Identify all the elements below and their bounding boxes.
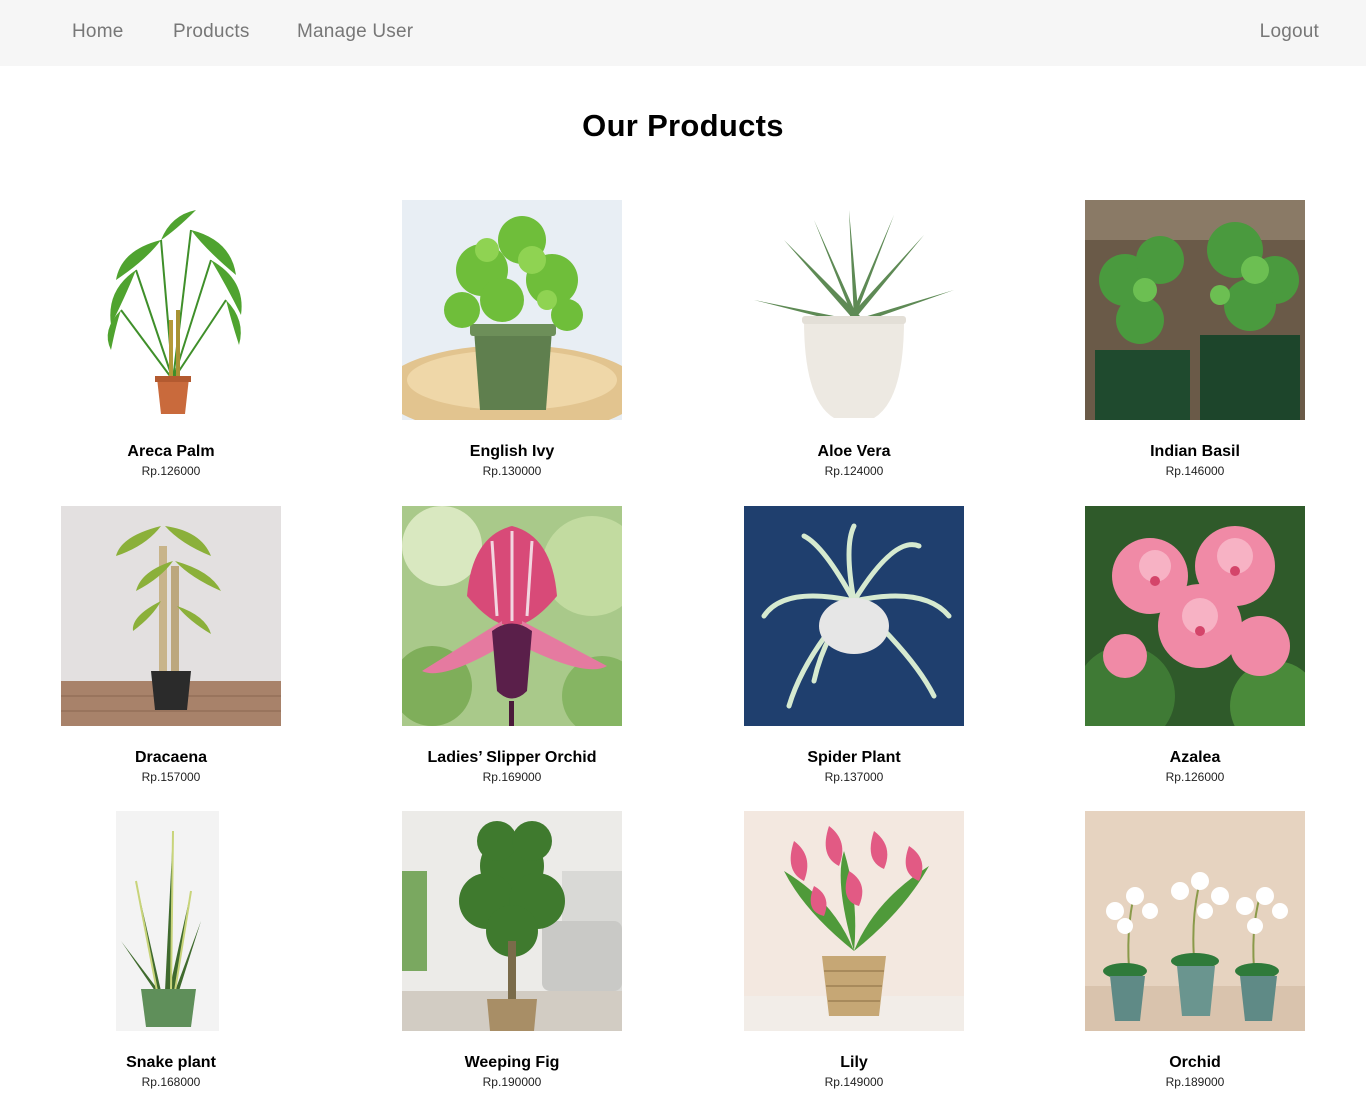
product-image[interactable] [744,506,964,726]
product-name[interactable]: Indian Basil [1045,443,1345,461]
product-image[interactable] [1085,811,1305,1031]
product-image[interactable] [61,200,281,420]
product-price: Rp.130000 [482,464,542,478]
product-image[interactable] [744,200,964,420]
product-price: Rp.190000 [482,1075,542,1089]
product-price: Rp.149000 [824,1075,884,1089]
product-image[interactable] [402,506,622,726]
product-image[interactable] [744,811,964,1031]
product-price: Rp.124000 [824,464,884,478]
product-name[interactable]: Spider Plant [704,749,1004,767]
product-price: Rp.189000 [1165,1075,1225,1089]
product-price: Rp.137000 [824,770,884,784]
product-name[interactable]: Lily [704,1054,1004,1072]
product-name[interactable]: English Ivy [362,443,662,461]
product-price: Rp.126000 [1165,770,1225,784]
product-name[interactable]: Ladies’ Slipper Orchid [362,749,662,767]
product-grid: Areca Palm Rp.126000 English Ivy Rp.1300… [0,0,1366,1102]
product-price: Rp.157000 [141,770,201,784]
product-image[interactable] [402,811,622,1031]
product-image[interactable] [1085,200,1305,420]
product-image[interactable] [402,200,622,420]
product-name[interactable]: Weeping Fig [362,1054,662,1072]
product-image[interactable] [61,506,281,726]
product-name[interactable]: Snake plant [21,1054,321,1072]
product-name[interactable]: Aloe Vera [704,443,1004,461]
product-price: Rp.126000 [141,464,201,478]
product-name[interactable]: Orchid [1045,1054,1345,1072]
product-image[interactable] [1085,506,1305,726]
product-price: Rp.169000 [482,770,542,784]
product-name[interactable]: Areca Palm [21,443,321,461]
product-image[interactable] [61,811,281,1031]
product-name[interactable]: Dracaena [21,749,321,767]
product-name[interactable]: Azalea [1045,749,1345,767]
product-price: Rp.146000 [1165,464,1225,478]
product-price: Rp.168000 [141,1075,201,1089]
